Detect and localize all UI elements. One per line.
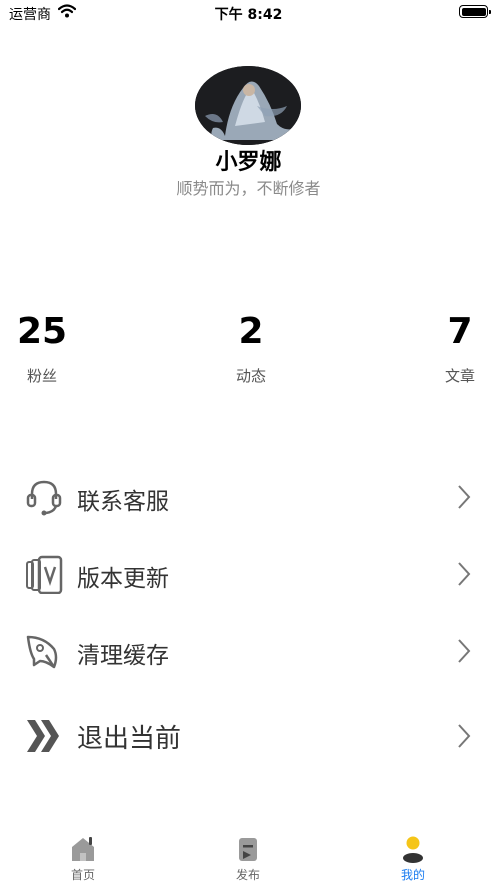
stat-label: 文章 [444, 367, 475, 385]
stat-value: 25 [16, 311, 68, 352]
version-card-icon [26, 555, 63, 594]
menu-item-contact-support[interactable]: 联系客服 [0, 467, 497, 527]
tab-label: 首页 [70, 868, 95, 882]
battery-icon [459, 5, 491, 18]
tab-home[interactable]: 首页 [33, 828, 133, 883]
rocket-icon [26, 635, 58, 669]
status-time: 下午 8:42 [214, 7, 283, 23]
avatar-image [195, 66, 301, 145]
menu-label: 版本更新 [77, 566, 169, 592]
stat-followers[interactable]: 25 粉丝 [0, 310, 97, 386]
stat-value: 7 [447, 311, 473, 352]
publish-icon [239, 838, 257, 861]
tab-publish[interactable]: 发布 [198, 828, 298, 883]
double-chevron-icon [27, 720, 59, 752]
menu-label: 联系客服 [77, 489, 169, 515]
profile-signature: 顺势而为，不断修者 [176, 179, 321, 198]
menu-item-version-update[interactable]: 版本更新 [0, 544, 497, 604]
avatar[interactable] [195, 66, 301, 145]
menu-item-clear-cache[interactable]: 清理缓存 [0, 621, 497, 681]
menu-item-logout[interactable]: 退出当前 [0, 706, 497, 766]
tab-bar: 首页 发布 我的 [0, 828, 497, 883]
headset-icon [26, 480, 62, 516]
chevron-right-icon [458, 562, 471, 586]
profile-name: 小罗娜 [215, 150, 282, 175]
tab-profile[interactable]: 我的 [363, 828, 463, 883]
stat-value: 2 [238, 311, 264, 352]
chevron-right-icon [458, 639, 471, 663]
stat-articles[interactable]: 7 文章 [405, 310, 497, 386]
menu-label: 退出当前 [77, 724, 182, 754]
stat-posts[interactable]: 2 动态 [196, 310, 306, 386]
chevron-right-icon [458, 724, 471, 748]
home-icon [72, 837, 94, 861]
chevron-right-icon [458, 485, 471, 509]
menu-label: 清理缓存 [77, 643, 169, 669]
stat-label: 动态 [235, 367, 266, 385]
stat-label: 粉丝 [26, 367, 57, 385]
status-bar: 运营商 下午 8:42 [0, 0, 497, 26]
profile-icon [403, 836, 423, 863]
tab-label: 发布 [235, 868, 260, 882]
tab-label: 我的 [400, 868, 425, 882]
